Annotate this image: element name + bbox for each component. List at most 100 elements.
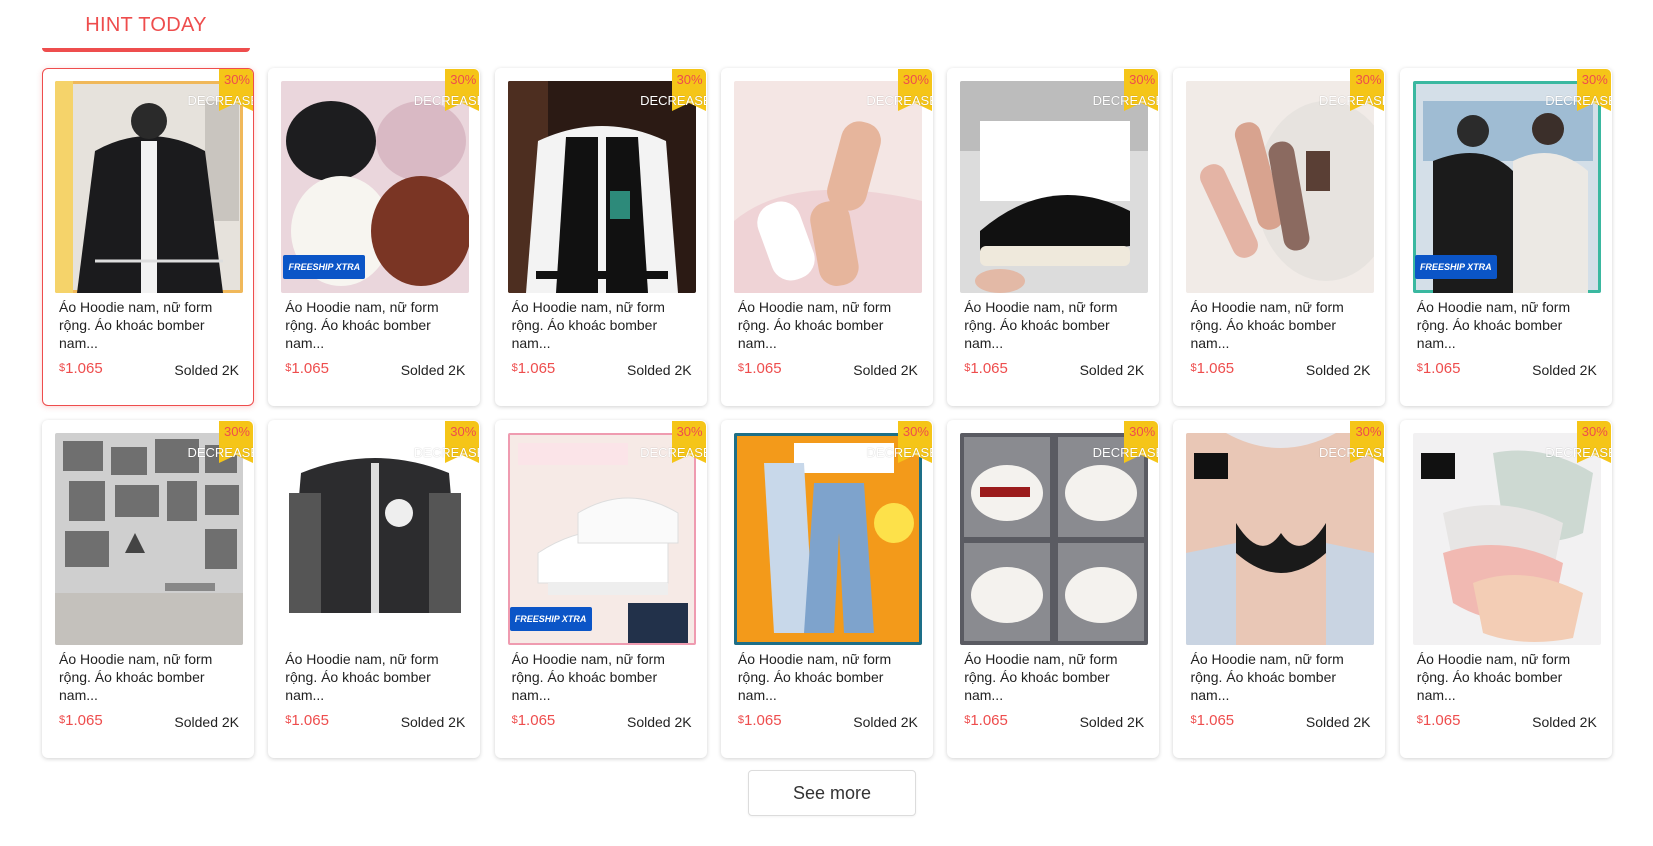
couple-tshirts-icon: FREESHIP XTRA xyxy=(1412,81,1601,293)
discount-percent: 30% xyxy=(1355,424,1382,439)
discount-label: DECREASE xyxy=(1545,445,1612,460)
freeship-badge-label: FREESHIP XTRA xyxy=(288,262,361,272)
product-card-5[interactable]: 30% DECREASE Áo Hoodie nam, nữ form rộng… xyxy=(947,68,1160,406)
see-more-button[interactable]: See more xyxy=(748,770,916,816)
product-price: $1.065 xyxy=(964,712,1008,729)
sold-count: Solded 2K xyxy=(1079,714,1145,730)
product-card-8[interactable]: 30% DECREASE Áo Hoodie nam, nữ form rộng… xyxy=(42,420,254,758)
product-title: Áo Hoodie nam, nữ form rộng. Áo khoác bo… xyxy=(285,299,439,351)
discount-percent: 30% xyxy=(1129,424,1156,439)
product-card-13[interactable]: 30% DECREASE Áo Hoodie nam, nữ form rộng… xyxy=(1173,420,1386,758)
product-price: $1.065 xyxy=(738,712,782,729)
sold-count: Solded 2K xyxy=(626,714,692,730)
product-price: $1.065 xyxy=(512,712,556,729)
discount-label: DECREASE xyxy=(1092,93,1160,108)
product-title: Áo Hoodie nam, nữ form rộng. Áo khoác bo… xyxy=(964,651,1118,703)
product-card-2[interactable]: FREESHIP XTRA 30% DECREASE Áo Hoodie nam… xyxy=(268,68,481,406)
bikini-top-icon xyxy=(1186,433,1375,645)
product-title: Áo Hoodie nam, nữ form rộng. Áo khoác bo… xyxy=(1416,299,1571,351)
black-baseball-jacket-icon xyxy=(55,81,243,293)
product-title: Áo Hoodie nam, nữ form rộng. Áo khoác bo… xyxy=(1190,651,1344,703)
white-sneakers-icon: FREESHIP XTRA xyxy=(507,433,696,645)
underwear-set-icon xyxy=(1412,433,1601,645)
discount-percent: 30% xyxy=(1129,72,1156,87)
discount-label: DECREASE xyxy=(866,93,933,108)
product-card-12[interactable]: 30% DECREASE Áo Hoodie nam, nữ form rộng… xyxy=(947,420,1160,758)
freeship-badge: FREESHIP XTRA xyxy=(1414,255,1497,279)
price-value: 1.065 xyxy=(744,712,782,729)
price-value: 1.065 xyxy=(1196,712,1235,729)
product-card-1[interactable]: 30% DECREASE Áo Hoodie nam, nữ form rộng… xyxy=(42,68,254,406)
sold-count: Solded 2K xyxy=(1305,714,1371,730)
sold-count: Solded 2K xyxy=(1532,714,1597,730)
product-price: $1.065 xyxy=(59,712,103,729)
grey-bomber-jacket-icon xyxy=(281,433,470,645)
discount-percent: 30% xyxy=(223,424,250,439)
sneaker-slip-on-icon xyxy=(960,81,1149,293)
discount-label: DECREASE xyxy=(1318,93,1386,108)
product-card-7[interactable]: FREESHIP XTRA 30% DECREASE Áo Hoodie nam… xyxy=(1399,68,1612,406)
discount-label: DECREASE xyxy=(187,93,254,108)
product-title: Áo Hoodie nam, nữ form rộng. Áo khoác bo… xyxy=(964,299,1118,351)
product-card-3[interactable]: 30% DECREASE Áo Hoodie nam, nữ form rộng… xyxy=(494,68,707,406)
product-title: Áo Hoodie nam, nữ form rộng. Áo khoác bo… xyxy=(1416,651,1571,703)
product-card-10[interactable]: FREESHIP XTRA 30% DECREASE Áo Hoodie nam… xyxy=(494,420,707,758)
product-title: Áo Hoodie nam, nữ form rộng. Áo khoác bo… xyxy=(285,651,439,703)
discount-percent: 30% xyxy=(223,72,250,87)
product-card-14[interactable]: 30% DECREASE Áo Hoodie nam, nữ form rộng… xyxy=(1399,420,1612,758)
product-card-11[interactable]: 30% DECREASE Áo Hoodie nam, nữ form rộng… xyxy=(720,420,933,758)
sold-count: Solded 2K xyxy=(1079,362,1145,378)
discount-percent: 30% xyxy=(676,424,703,439)
chunky-sneakers-icon xyxy=(960,433,1149,645)
discount-label: DECREASE xyxy=(640,93,707,108)
product-price: $1.065 xyxy=(1190,360,1234,377)
sold-count: Solded 2K xyxy=(400,714,466,730)
price-value: 1.065 xyxy=(744,360,782,377)
sold-count: Solded 2K xyxy=(626,362,692,378)
discount-percent: 30% xyxy=(450,72,477,87)
price-value: 1.065 xyxy=(291,360,329,377)
discount-label: DECREASE xyxy=(1545,93,1612,108)
tab-underline xyxy=(42,48,250,52)
product-price: $1.065 xyxy=(1417,360,1461,377)
price-value: 1.065 xyxy=(1422,712,1461,729)
product-title: Áo Hoodie nam, nữ form rộng. Áo khoác bo… xyxy=(511,299,665,351)
price-value: 1.065 xyxy=(291,712,329,729)
product-price: $1.065 xyxy=(738,360,782,377)
sold-count: Solded 2K xyxy=(853,362,918,378)
discount-percent: 30% xyxy=(1355,72,1382,87)
discount-percent: 30% xyxy=(1581,424,1608,439)
product-price: $1.065 xyxy=(1417,712,1461,729)
product-price: $1.065 xyxy=(964,360,1008,377)
discount-label: DECREASE xyxy=(187,445,254,460)
product-card-6[interactable]: 30% DECREASE Áo Hoodie nam, nữ form rộng… xyxy=(1173,68,1386,406)
price-value: 1.065 xyxy=(65,712,103,729)
discount-label: DECREASE xyxy=(413,93,481,108)
product-card-4[interactable]: 30% DECREASE Áo Hoodie nam, nữ form rộng… xyxy=(720,68,933,406)
product-title: Áo Hoodie nam, nữ form rộng. Áo khoác bo… xyxy=(59,651,213,703)
press-on-nails-icon xyxy=(1186,81,1375,293)
discount-label: DECREASE xyxy=(866,445,933,460)
hint-today-tab[interactable]: HINT TODAY xyxy=(42,8,250,54)
discount-label: DECREASE xyxy=(1092,445,1160,460)
product-title: Áo Hoodie nam, nữ form rộng. Áo khoác bo… xyxy=(737,651,892,703)
discount-percent: 30% xyxy=(450,424,477,439)
price-value: 1.065 xyxy=(517,712,556,729)
sold-count: Solded 2K xyxy=(853,714,918,730)
sold-count: Solded 2K xyxy=(174,714,239,730)
price-value: 1.065 xyxy=(970,712,1008,729)
product-title: Áo Hoodie nam, nữ form rộng. Áo khoác bo… xyxy=(737,299,892,351)
price-value: 1.065 xyxy=(1196,360,1235,377)
sold-count: Solded 2K xyxy=(174,362,239,378)
product-card-9[interactable]: 30% DECREASE Áo Hoodie nam, nữ form rộng… xyxy=(268,420,481,758)
product-title: Áo Hoodie nam, nữ form rộng. Áo khoác bo… xyxy=(1190,299,1344,351)
freeship-badge-label: FREESHIP XTRA xyxy=(1419,262,1492,272)
price-value: 1.065 xyxy=(65,360,103,377)
product-price: $1.065 xyxy=(1190,712,1234,729)
section-title: HINT TODAY xyxy=(85,14,207,36)
discount-label: DECREASE xyxy=(1318,445,1386,460)
fluffy-hoodies-icon: FREESHIP XTRA xyxy=(281,81,470,293)
freeship-badge-label: FREESHIP XTRA xyxy=(514,614,587,624)
product-price: $1.065 xyxy=(59,360,103,377)
discount-percent: 30% xyxy=(902,72,929,87)
